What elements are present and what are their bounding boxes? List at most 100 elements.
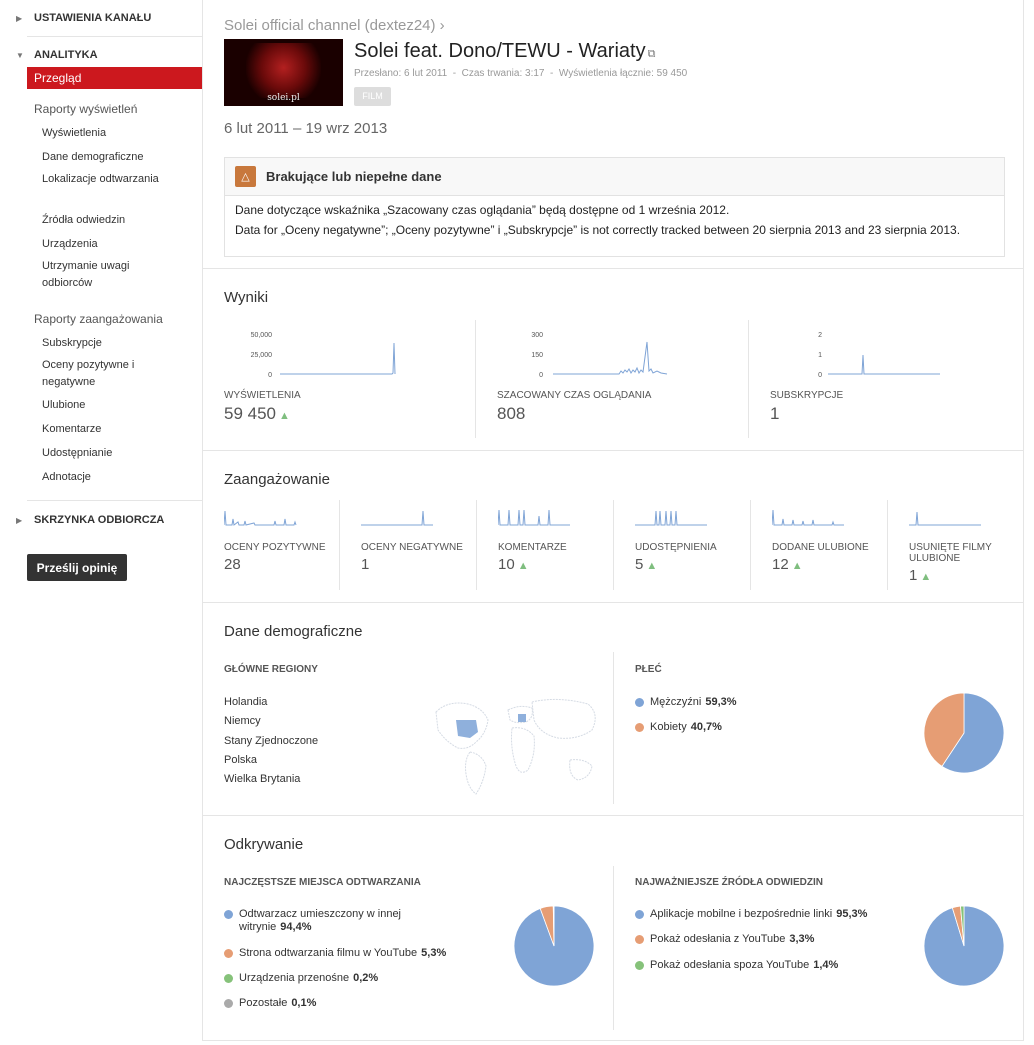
legend-external-referrals: Pokaż odesłania spoza YouTube 1,4% — [635, 959, 838, 972]
metric-label-favorites-added: DODANE ULUBIONE — [772, 542, 869, 553]
legend-dot — [635, 698, 644, 707]
value-text: 12 — [772, 556, 789, 573]
legend-label: Pokaż odesłania spoza YouTube — [650, 959, 810, 971]
sidebar-channel-settings[interactable]: ▶ USTAWIENIA KANAŁU — [0, 8, 151, 28]
main-content: Solei official channel (dextez24) › sole… — [202, 0, 1024, 1041]
world-map[interactable] — [428, 690, 604, 802]
send-feedback-button[interactable]: Prześlij opinię — [27, 554, 127, 581]
tick-label: 300 — [531, 332, 543, 339]
external-link-icon[interactable]: ⧉ — [648, 48, 656, 60]
shares-sparkline[interactable] — [635, 508, 710, 528]
legend-dot — [635, 910, 644, 919]
legend-label: Strona odtwarzania filmu w YouTube — [239, 947, 418, 959]
section-divider — [203, 268, 1023, 269]
breadcrumb[interactable]: Solei official channel (dextez24) › — [224, 17, 445, 34]
divider — [476, 500, 477, 590]
metric-value-likes: 28 — [224, 556, 241, 573]
value-text: 5 — [635, 556, 644, 573]
divider — [339, 500, 340, 590]
legend-pct: 94,4% — [280, 921, 312, 933]
dislikes-sparkline[interactable] — [361, 508, 436, 528]
section-divider — [203, 602, 1023, 603]
sidebar-item-audience-retention[interactable]: Utrzymanie uwagi odbiorców — [42, 258, 162, 292]
value-text: 59 450 — [224, 404, 276, 423]
divider — [27, 500, 202, 501]
sidebar-item-likes-dislikes[interactable]: Oceny pozytywne i negatywne — [42, 357, 162, 391]
legend-dot — [635, 961, 644, 970]
legend-pct: 59,3% — [705, 696, 737, 708]
caret-down-icon: ▼ — [16, 50, 24, 60]
metric-label-watch-time: SZACOWANY CZAS OGLĄDANIA — [497, 390, 652, 401]
legend-label: Pokaż odesłania z YouTube — [650, 933, 786, 945]
region-item: Niemcy — [224, 715, 261, 727]
discovery-title: Odkrywanie — [224, 836, 304, 853]
legend-label: Kobiety — [650, 721, 687, 733]
thumbnail-art — [246, 43, 321, 98]
metric-label-likes: OCENY POZYTYWNE — [224, 542, 326, 553]
metric-value-favorites-removed: 1 ▲ — [909, 567, 931, 584]
comments-sparkline[interactable] — [498, 508, 573, 528]
sidebar-item-views[interactable]: Wyświetlenia — [42, 125, 162, 142]
map-south-america-outline — [465, 751, 487, 795]
alert-header: △ Brakujące lub niepełne dane — [225, 158, 1004, 196]
playback-places-title: NAJCZĘSTSZE MIEJSCA ODTWARZANIA — [224, 877, 421, 888]
legend-dot — [635, 935, 644, 944]
metric-value-subscriptions: 1 — [770, 404, 780, 423]
divider — [613, 652, 614, 804]
legend-pct: 0,2% — [353, 972, 379, 984]
views-sparkline[interactable]: 50,000 25,000 0 — [224, 326, 424, 380]
comments-series-line — [498, 509, 570, 526]
sidebar-item-annotations[interactable]: Adnotacje — [42, 469, 162, 486]
legend-dot — [224, 949, 233, 958]
sidebar-analytics[interactable]: ▼ ANALITYKA — [0, 45, 98, 65]
legend-label: Mężczyźni — [650, 696, 702, 708]
gender-pie[interactable] — [923, 692, 1005, 774]
trend-up-icon: ▲ — [791, 560, 803, 572]
map-europe-highlight — [518, 714, 526, 722]
map-usa-highlight — [456, 720, 478, 738]
sidebar-item-playback-locations[interactable]: Lokalizacje odtwarzania — [42, 171, 162, 188]
legend-label: Pozostałe — [239, 997, 288, 1009]
playback-places-pie[interactable] — [513, 905, 595, 987]
sidebar-item-devices[interactable]: Urządzenia — [42, 236, 162, 253]
legend-pct: 95,3% — [836, 908, 868, 920]
date-range[interactable]: 6 lut 2011 – 19 wrz 2013 — [224, 120, 387, 137]
video-thumbnail[interactable]: solei.pl — [224, 39, 343, 106]
sidebar-item-favorites[interactable]: Ulubione — [42, 397, 162, 414]
watch-time-sparkline[interactable]: 300 150 0 — [497, 326, 697, 380]
favorites-added-sparkline[interactable] — [772, 508, 847, 528]
traffic-sources-pie[interactable] — [923, 905, 1005, 987]
sidebar-item-subscriptions[interactable]: Subskrypcje — [42, 335, 162, 352]
metric-label-shares: UDOSTĘPNIENIA — [635, 542, 717, 553]
metric-label-comments: KOMENTARZE — [498, 542, 567, 553]
demographics-title: Dane demograficzne — [224, 623, 363, 640]
trend-up-icon: ▲ — [646, 560, 658, 572]
likes-sparkline[interactable] — [224, 508, 299, 528]
divider — [475, 320, 476, 438]
trend-up-icon: ▲ — [920, 571, 932, 583]
legend-female: Kobiety 40,7% — [635, 721, 722, 734]
divider — [613, 866, 614, 1030]
map-australia-outline — [569, 759, 593, 781]
trend-up-icon: ▲ — [517, 560, 529, 572]
legend-label: Aplikacje mobilne i bezpośrednie linki — [650, 908, 833, 920]
value-text: 1 — [909, 567, 918, 584]
region-item: Wielka Brytania — [224, 773, 301, 785]
sidebar-item-overview[interactable]: Przegląd — [27, 67, 202, 89]
video-title[interactable]: Solei feat. Dono/TEWU - Wariaty — [354, 40, 646, 62]
legend-mobile-devices: Urządzenia przenośne 0,2% — [224, 972, 378, 985]
sidebar-item-traffic-sources[interactable]: Źródła odwiedzin — [42, 212, 162, 229]
sidebar-item-comments[interactable]: Komentarze — [42, 421, 162, 438]
sidebar-item-demographics[interactable]: Dane demograficzne — [42, 149, 162, 166]
missing-data-alert: △ Brakujące lub niepełne dane Dane dotyc… — [224, 157, 1005, 257]
favorites-removed-sparkline[interactable] — [909, 508, 984, 528]
sidebar-item-sharing[interactable]: Udostępnianie — [42, 445, 162, 462]
tick-label: 150 — [531, 352, 543, 359]
tick-label: 50,000 — [251, 332, 273, 339]
map-africa-outline — [511, 727, 535, 773]
sidebar-inbox[interactable]: ▶ SKRZYNKA ODBIORCZA — [0, 510, 164, 530]
traffic-sources-title: NAJWAŻNIEJSZE ŹRÓDŁA ODWIEDZIN — [635, 877, 823, 888]
subscriptions-sparkline[interactable]: 2 1 0 — [770, 326, 970, 380]
legend-pct: 0,1% — [291, 997, 317, 1009]
tick-label: 2 — [818, 332, 822, 339]
